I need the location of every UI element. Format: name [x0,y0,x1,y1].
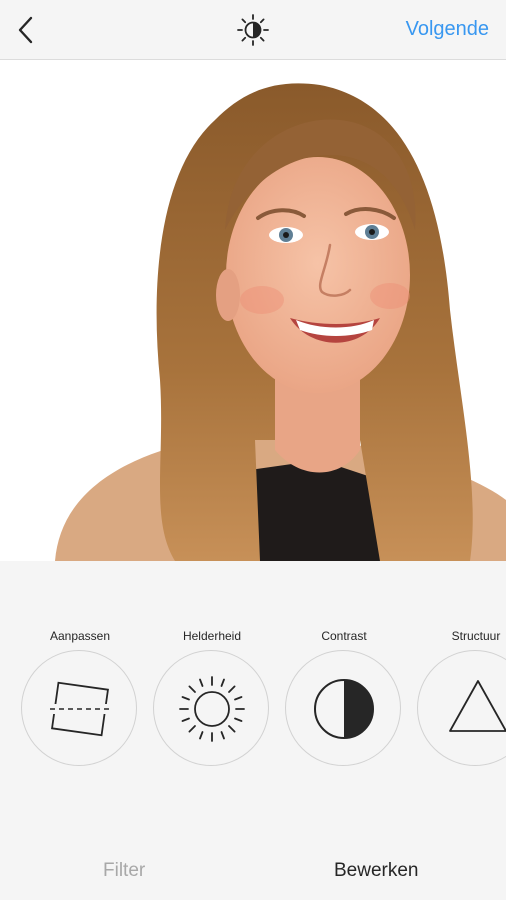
photo-preview [0,60,506,561]
tool-adjust[interactable]: Aanpassen [20,629,140,789]
tool-circle [153,650,269,766]
tool-circle [21,650,137,766]
lux-button[interactable] [235,12,271,48]
portrait-photo [0,60,506,561]
chevron-left-icon [18,16,33,44]
tool-circle [417,650,506,766]
tab-filter[interactable]: Filter [103,860,145,882]
brightness-icon [179,676,245,742]
next-button[interactable]: Volgende [406,18,489,41]
tool-label: Aanpassen [49,629,111,643]
structure-icon [449,680,506,732]
contrast-icon [314,679,374,739]
tool-structure[interactable]: Structuur [416,629,506,789]
tool-contrast[interactable]: Contrast [284,629,404,789]
bottom-tab-bar: Filter Bewerken [0,840,506,900]
tool-label: Contrast [321,629,367,643]
adjust-icon [50,681,112,737]
tool-brightness[interactable]: Helderheid [152,629,272,789]
tab-edit[interactable]: Bewerken [334,860,419,882]
lux-sun-icon [237,14,269,46]
tool-label: Structuur [451,629,501,643]
top-nav-bar: Volgende [0,0,506,60]
edit-tools-row: Aanpassen Helderheid Contrast Structuur [0,561,506,811]
tool-circle [285,650,401,766]
back-button[interactable] [12,14,42,46]
tool-label: Helderheid [182,629,242,643]
